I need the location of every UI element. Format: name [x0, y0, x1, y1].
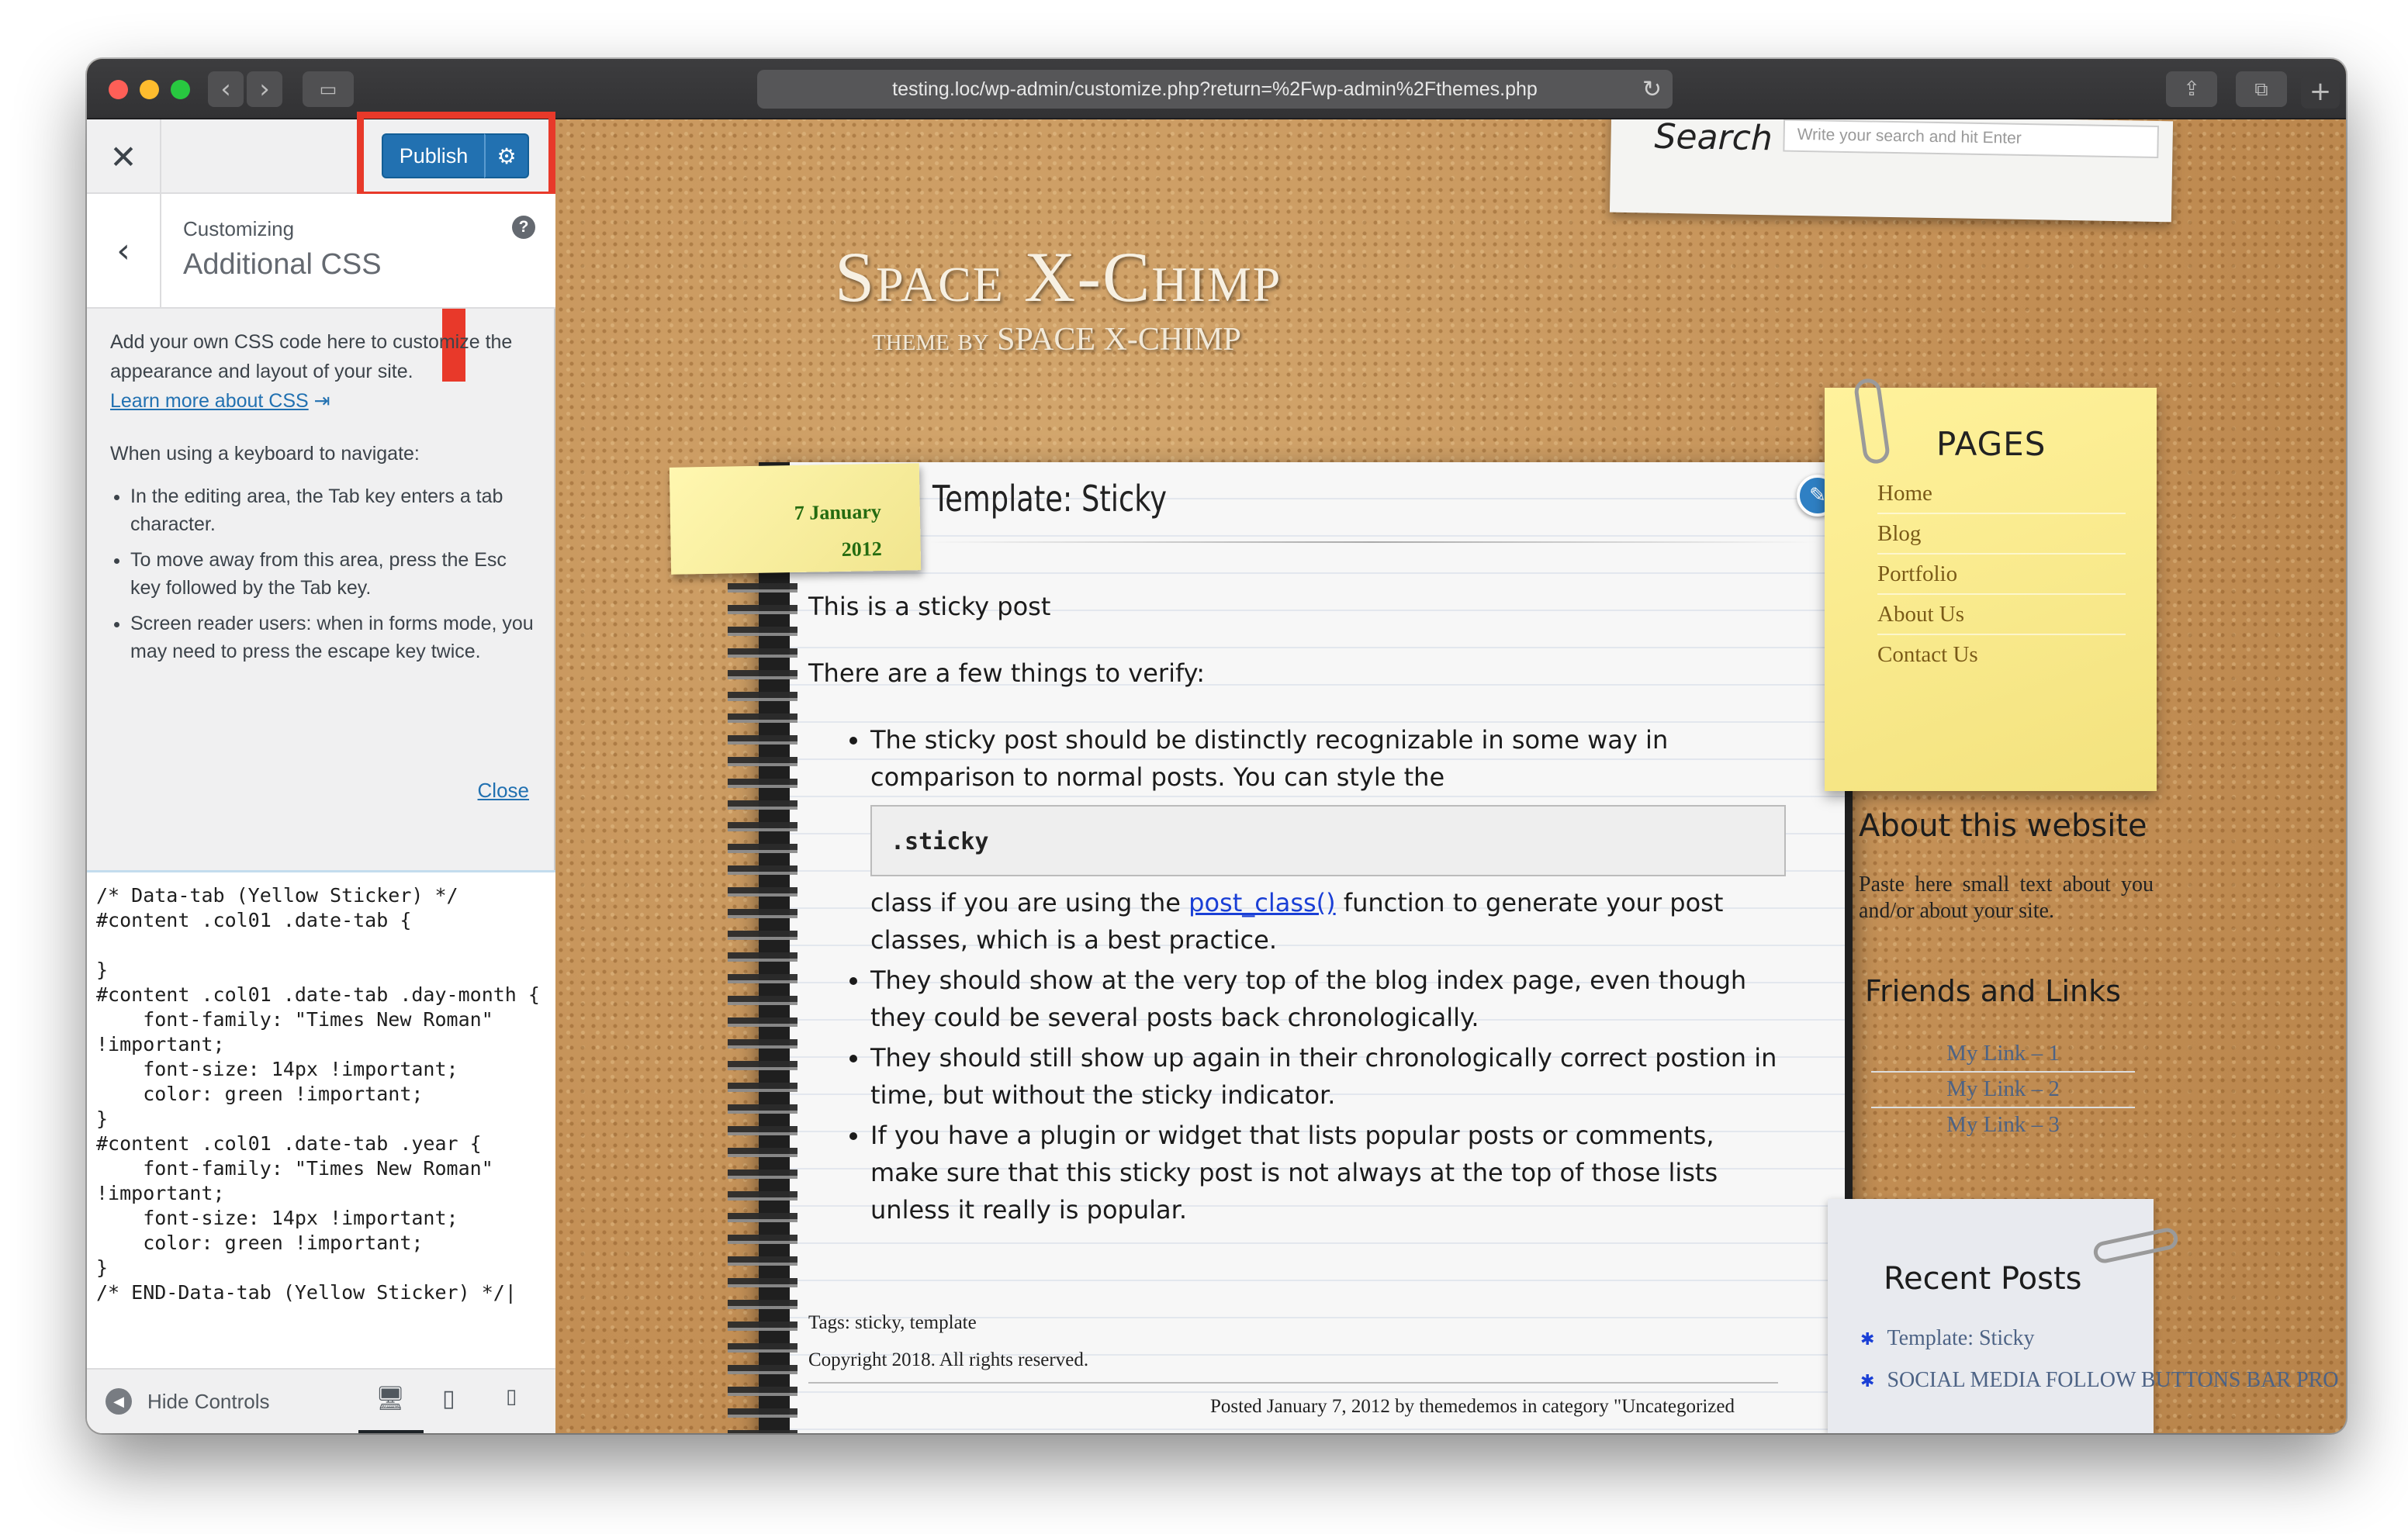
description-text: Add your own CSS code here to customize … — [110, 331, 513, 412]
highlight-box — [357, 112, 555, 199]
page-link-contact[interactable]: Contact Us — [1877, 642, 2126, 674]
learn-more-link[interactable]: Learn more about CSS — [110, 390, 309, 412]
search-paper: Search Write your search and hit Enter — [1609, 119, 2174, 223]
keyboard-tip: To move away from this area, press the E… — [130, 546, 535, 602]
post-list: The sticky post should be distinctly rec… — [808, 721, 1786, 1228]
friend-link[interactable]: My Link – 1 — [1871, 1041, 2135, 1073]
post-content: This is a sticky post There are a few th… — [808, 588, 1786, 1232]
spiral-rings — [728, 467, 797, 1433]
post-list-item: If you have a plugin or widget that list… — [870, 1117, 1778, 1228]
back-chevron-icon[interactable]: ‹ — [87, 194, 161, 307]
date-year: 2012 — [841, 537, 882, 561]
keyboard-intro: When using a keyboard to navigate: — [110, 443, 420, 465]
post-divider — [808, 1382, 1778, 1384]
share-icon[interactable]: ⇪ — [2166, 71, 2217, 107]
customizing-label: Customizing — [183, 217, 295, 240]
section-description: Add your own CSS code here to customize … — [110, 327, 535, 673]
hide-controls-button[interactable]: ◀ Hide Controls — [106, 1388, 270, 1415]
site-title[interactable]: Space X-Chimp — [835, 236, 1282, 318]
post-list-item: The sticky post should be distinctly rec… — [870, 721, 1786, 959]
close-help-link[interactable]: Close — [478, 779, 529, 803]
about-widget-title: About this website — [1859, 808, 2147, 844]
customizer-sidebar: ✕ Publish ⚙ ‹ Customizing Additional CSS… — [87, 112, 555, 1433]
url-text: testing.loc/wp-admin/customize.php?retur… — [892, 78, 1538, 100]
keyboard-tip: Screen reader users: when in forms mode,… — [130, 610, 535, 665]
new-tab-button[interactable]: + — [2301, 74, 2340, 109]
desktop-preview-icon[interactable]: 🖥 — [375, 1385, 405, 1412]
keyboard-tips-list: In the editing area, the Tab key enters … — [110, 482, 535, 665]
recent-post-link[interactable]: ✱ Template: Sticky — [1860, 1326, 2035, 1351]
page-link-about[interactable]: About Us — [1877, 602, 2126, 635]
post-list-item: They should show at the very top of the … — [870, 962, 1778, 1036]
address-bar[interactable]: testing.loc/wp-admin/customize.php?retur… — [757, 70, 1673, 109]
search-label: Search — [1654, 119, 1773, 159]
code-block: .sticky — [870, 805, 1786, 876]
search-input[interactable]: Write your search and hit Enter — [1783, 119, 2159, 159]
post-class-link[interactable]: post_class() — [1188, 888, 1336, 917]
close-window-button[interactable] — [109, 80, 128, 99]
css-code-editor[interactable]: /* Data-tab (Yellow Sticker) */ #content… — [87, 870, 555, 1413]
date-sticky-note: 7 January 2012 — [669, 463, 922, 575]
title-underline — [925, 541, 1817, 543]
keyboard-tip: In the editing area, the Tab key enters … — [130, 482, 535, 538]
external-link-icon: ⇥ — [313, 390, 330, 412]
reload-icon[interactable]: ↻ — [1642, 76, 1662, 103]
about-widget-text: Paste here small text about you and/or a… — [1859, 872, 2154, 923]
tabs-overview-icon[interactable]: ⧉ — [2236, 71, 2287, 107]
date-day-month: 7 January — [794, 500, 882, 525]
post-paragraph: There are a few things to verify: — [808, 658, 1206, 688]
hide-controls-label: Hide Controls — [147, 1389, 270, 1413]
back-arrow-icon[interactable]: ‹ — [208, 71, 244, 107]
section-header: ‹ Customizing Additional CSS ? — [87, 194, 555, 309]
minimize-window-button[interactable] — [140, 80, 159, 99]
page-link-blog[interactable]: Blog — [1877, 521, 2126, 555]
post-title[interactable]: Template: Sticky — [932, 478, 1167, 520]
star-bullet-icon: ✱ — [1860, 1329, 1875, 1349]
post-list-item: They should still show up again in their… — [870, 1039, 1778, 1114]
friend-link[interactable]: My Link – 3 — [1871, 1112, 2135, 1142]
help-icon[interactable]: ? — [512, 216, 535, 239]
browser-window: ‹ › ▭ testing.loc/wp-admin/customize.php… — [87, 59, 2346, 1433]
post-tags[interactable]: Tags: sticky, template — [808, 1312, 977, 1334]
post-copyright: Copyright 2018. All rights reserved. — [808, 1349, 1089, 1370]
post-paragraph: This is a sticky post — [808, 592, 1051, 621]
active-device-indicator — [358, 1430, 424, 1433]
tablet-preview-icon[interactable]: ▯ — [442, 1385, 455, 1412]
customizer-footer: ◀ Hide Controls 🖥 ▯ ▯ — [87, 1368, 555, 1433]
section-title: Additional CSS — [183, 248, 382, 281]
pages-title: PAGES — [1936, 425, 2046, 463]
star-bullet-icon: ✱ — [1860, 1371, 1875, 1391]
sidebar-toggle-icon[interactable]: ▭ — [303, 71, 354, 107]
post-meta: Posted January 7, 2012 by themedemos in … — [1210, 1396, 1735, 1417]
mobile-preview-icon[interactable]: ▯ — [506, 1385, 517, 1408]
friend-link[interactable]: My Link – 2 — [1871, 1076, 2135, 1108]
recent-posts-title: Recent Posts — [1884, 1261, 2082, 1297]
recent-post-link[interactable]: ✱ SOCIAL MEDIA FOLLOW BUTTONS BAR PRO — [1860, 1368, 2339, 1393]
browser-titlebar: ‹ › ▭ testing.loc/wp-admin/customize.php… — [87, 59, 2346, 119]
recent-posts-note — [1828, 1199, 2154, 1433]
site-tagline: theme by SPACE X-CHIMP — [872, 322, 1241, 358]
page-link-portfolio[interactable]: Portfolio — [1877, 561, 2126, 595]
page-link-home[interactable]: Home — [1877, 481, 2126, 514]
close-customizer-icon[interactable]: ✕ — [87, 119, 161, 194]
zoom-window-button[interactable] — [171, 80, 190, 99]
friends-widget-title: Friends and Links — [1865, 974, 2121, 1008]
forward-arrow-icon[interactable]: › — [247, 71, 282, 107]
collapse-arrow-icon: ◀ — [106, 1388, 132, 1415]
